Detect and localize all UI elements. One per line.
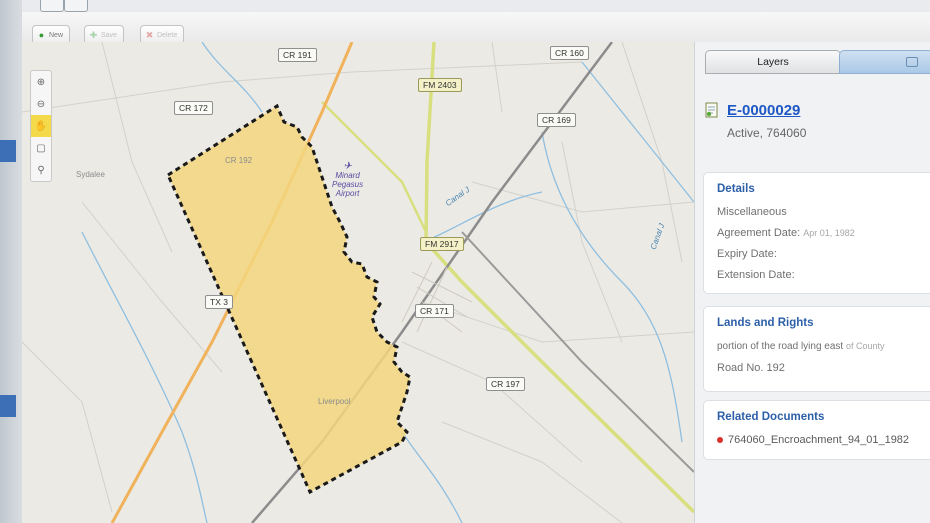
road-label-cr172: CR 172 <box>174 101 213 115</box>
left-edge-tab[interactable] <box>0 395 16 417</box>
lands-card: Lands and Rights portion of the road lyi… <box>703 306 930 392</box>
related-doc-link[interactable]: 764060_Encroachment_94_01_1982 <box>717 434 909 446</box>
zoom-out-button[interactable]: ⊖ <box>31 93 51 115</box>
map-view[interactable]: ⊕ ⊖ ✋ ▢ ⚲ CR 191 CR 160 CR 172 FM 2403 C… <box>22 42 694 523</box>
new-icon: ● <box>38 29 45 40</box>
expiry-date-label: Expiry Date: <box>717 248 777 260</box>
plus-icon: ⊕ <box>36 76 46 88</box>
list-icon <box>906 57 918 67</box>
airport-name-2: Pegasus <box>332 180 364 189</box>
road-label-cr191: CR 191 <box>278 48 317 62</box>
select-tool-button[interactable]: ▢ <box>31 137 51 159</box>
save-label: Save <box>101 31 117 39</box>
agreement-date-value: Apr 01, 1982 <box>803 228 855 238</box>
top-bar-button[interactable] <box>40 0 64 12</box>
extension-date-label: Extension Date: <box>717 269 795 281</box>
top-bar-button[interactable] <box>64 0 88 12</box>
airplane-icon: ✈ <box>343 161 352 172</box>
details-title: Details <box>717 183 755 195</box>
map-controls: ⊕ ⊖ ✋ ▢ ⚲ <box>30 70 52 182</box>
lands-line-2: Road No. 192 <box>717 362 785 374</box>
lands-title: Lands and Rights <box>717 317 814 329</box>
road-label-cr197: CR 197 <box>486 377 525 391</box>
agreement-date-label: Agreement Date: <box>717 227 801 239</box>
road-label-cr160: CR 160 <box>550 46 589 60</box>
road-label-cr192: CR 192 <box>225 156 253 165</box>
magnifier-icon: ⚲ <box>37 164 45 176</box>
map-canvas <box>22 42 694 523</box>
panel-tabs: Layers <box>705 50 930 74</box>
record-id-link[interactable]: E-0000029 <box>727 102 800 119</box>
details-card: Details Miscellaneous Agreement Date: Ap… <box>703 172 930 294</box>
tab-list[interactable] <box>839 50 930 74</box>
lands-text-blurred: of County <box>845 341 885 351</box>
road-label-fm2917: FM 2917 <box>420 237 464 251</box>
document-icon <box>705 102 718 118</box>
related-title: Related Documents <box>717 411 825 423</box>
measure-tool-button[interactable]: ⚲ <box>31 159 51 181</box>
airport-label: ✈ Minard Pegasus Airport <box>332 161 364 199</box>
pan-tool-button[interactable]: ✋ <box>31 115 51 137</box>
railway-branch <box>461 231 694 473</box>
road-label-tx: TX 3 <box>205 295 233 309</box>
road-label-fm2403: FM 2403 <box>418 78 462 92</box>
record-status: Active, 764060 <box>727 126 807 140</box>
delete-icon: ✖ <box>145 29 154 40</box>
delete-label: Delete <box>157 31 178 39</box>
place-sydalee: Sydalee <box>76 170 105 179</box>
place-liverpool: Liverpool <box>318 397 351 406</box>
bullet-icon <box>717 437 723 444</box>
road-label-cr171: CR 171 <box>415 304 454 318</box>
town-streets <box>401 261 473 333</box>
airport-name-3: Airport <box>335 189 360 198</box>
related-doc-name: 764060_Encroachment_94_01_1982 <box>728 434 910 446</box>
lands-text: portion of the road lying east <box>717 341 844 352</box>
zoom-in-button[interactable]: ⊕ <box>31 71 51 93</box>
lands-line-1: portion of the road lying east of County <box>717 341 885 352</box>
select-icon: ▢ <box>36 142 46 154</box>
tab-layers[interactable]: Layers <box>705 50 841 74</box>
road-label-cr169: CR 169 <box>537 113 576 127</box>
details-type: Miscellaneous <box>717 206 787 218</box>
new-label: New <box>49 31 64 39</box>
hand-icon: ✋ <box>34 120 48 132</box>
airport-name-1: Minard <box>335 171 360 180</box>
details-panel: Layers E-0000029 Active, 764060 Details … <box>694 42 930 523</box>
minus-icon: ⊖ <box>36 98 46 110</box>
left-edge-tab[interactable] <box>0 140 16 162</box>
related-card: Related Documents 764060_Encroachment_94… <box>703 400 930 460</box>
agreement-date: Agreement Date: Apr 01, 1982 <box>717 227 855 239</box>
window-left-edge <box>0 0 22 523</box>
save-icon: ✚ <box>89 29 98 40</box>
